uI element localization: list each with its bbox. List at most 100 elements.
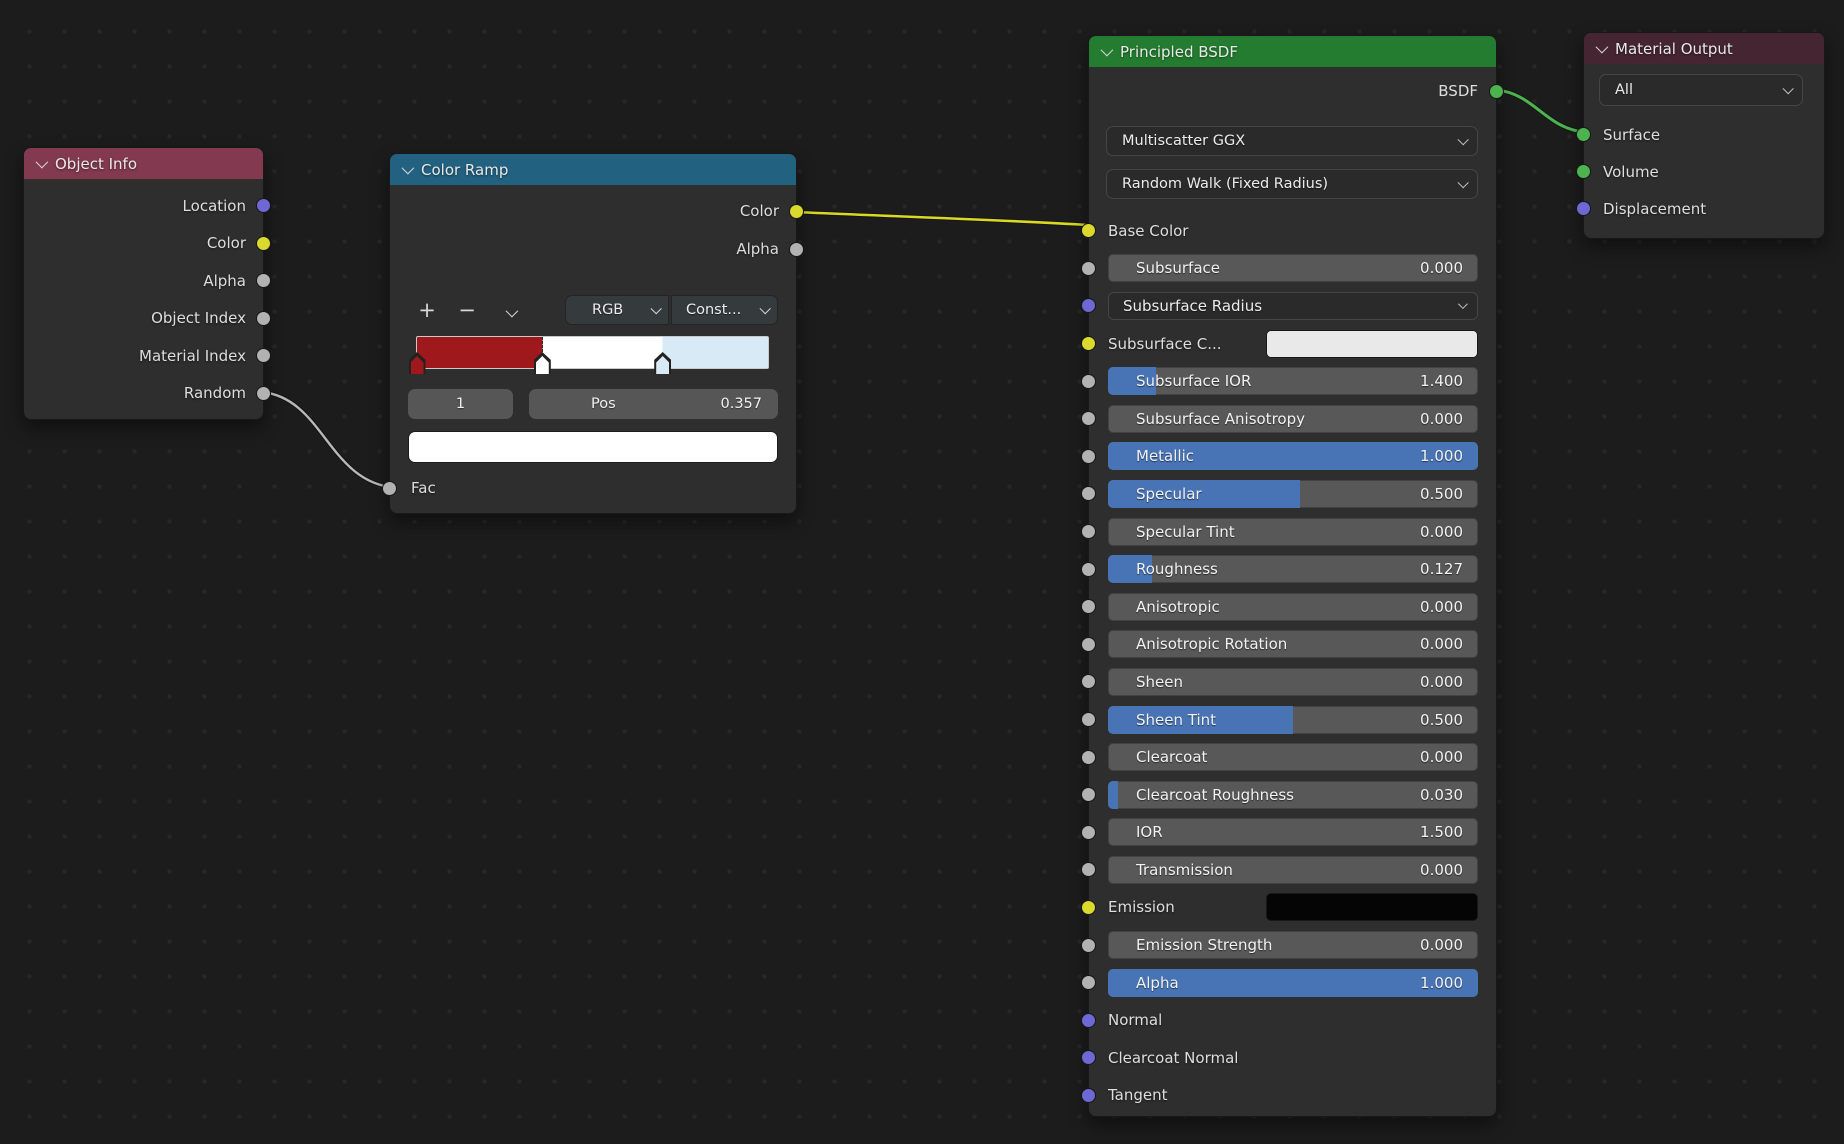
ramp-extras-dropdown[interactable] <box>487 295 533 325</box>
subsurface-anisotropy-slider[interactable]: Subsurface Anisotropy0.000 <box>1108 405 1478 433</box>
bsdf-socket[interactable] <box>1489 84 1504 99</box>
alpha-socket[interactable] <box>1081 975 1096 990</box>
roughness-slider[interactable]: Roughness0.127 <box>1108 555 1478 583</box>
node-color-ramp[interactable]: Color Ramp ColorAlpha + − RGB Const... 1… <box>389 153 797 514</box>
distribution-dropdown[interactable]: Multiscatter GGX <box>1106 126 1478 156</box>
input-label: Tangent <box>1108 1086 1168 1104</box>
emission-strength-slider[interactable]: Emission Strength0.000 <box>1108 931 1478 959</box>
normal-socket[interactable] <box>1081 1013 1096 1028</box>
link-bsdf-to-surface[interactable] <box>1496 90 1584 132</box>
collapse-chevron-icon[interactable] <box>36 156 49 169</box>
subsurface-socket[interactable] <box>1081 261 1096 276</box>
subsurface-ior-slider[interactable]: Subsurface IOR1.400 <box>1108 367 1478 395</box>
anisotropic-rotation-slider[interactable]: Anisotropic Rotation0.000 <box>1108 630 1478 658</box>
color-mode-dropdown[interactable]: RGB <box>565 295 669 325</box>
node-title: Material Output <box>1615 40 1733 58</box>
material-output-inputs: SurfaceVolumeDisplacement <box>1584 116 1824 227</box>
subsurface-c-color-swatch[interactable] <box>1266 330 1478 358</box>
subsurface-ior-socket[interactable] <box>1081 374 1096 389</box>
specular-slider[interactable]: Specular0.500 <box>1108 480 1478 508</box>
color-ramp-inputs: Fac <box>390 471 796 505</box>
subsurface-c-socket[interactable] <box>1081 336 1096 351</box>
alpha-slider[interactable]: Alpha1.000 <box>1108 969 1478 997</box>
metallic-slider[interactable]: Metallic1.000 <box>1108 442 1478 470</box>
base-color-socket[interactable] <box>1081 223 1096 238</box>
displacement-socket[interactable] <box>1576 201 1591 216</box>
remove-stop-button[interactable]: − <box>447 295 487 325</box>
alpha-socket[interactable] <box>789 242 804 257</box>
link-color-to-basecolor[interactable] <box>795 212 1089 225</box>
anisotropic-slider[interactable]: Anisotropic0.000 <box>1108 593 1478 621</box>
emission-color-swatch[interactable] <box>1266 893 1478 921</box>
ramp-stop-handle-0[interactable] <box>409 352 426 374</box>
transmission-socket[interactable] <box>1081 862 1096 877</box>
slider-value: 0.500 <box>1420 485 1478 503</box>
output-label: Alpha <box>736 240 779 258</box>
stop-position-field[interactable]: Pos 0.357 <box>529 389 778 419</box>
chevron-down-icon <box>1457 134 1468 145</box>
node-header-object-info[interactable]: Object Info <box>24 148 263 179</box>
specular-tint-socket[interactable] <box>1081 524 1096 539</box>
specular-socket[interactable] <box>1081 486 1096 501</box>
subsurface-slider[interactable]: Subsurface0.000 <box>1108 254 1478 282</box>
input-row-subsurface-anisotropy: Subsurface Anisotropy0.000 <box>1089 400 1496 438</box>
clearcoat-socket[interactable] <box>1081 750 1096 765</box>
node-title: Color Ramp <box>421 161 508 179</box>
node-header-principled-bsdf[interactable]: Principled BSDF <box>1089 36 1496 67</box>
interpolation-dropdown[interactable]: Const... <box>671 295 778 325</box>
input-row-sheen-tint: Sheen Tint0.500 <box>1089 701 1496 739</box>
volume-socket[interactable] <box>1576 164 1591 179</box>
node-principled-bsdf[interactable]: Principled BSDF BSDF Multiscatter GGX Ra… <box>1088 35 1497 1117</box>
subsurface-radius-dropdown[interactable]: Subsurface Radius <box>1108 292 1478 320</box>
ramp-stop-handle-1[interactable] <box>534 352 551 374</box>
add-stop-button[interactable]: + <box>407 295 447 325</box>
node-object-info[interactable]: Object Info LocationColorAlphaObject Ind… <box>23 147 264 420</box>
location-socket[interactable] <box>256 198 271 213</box>
color-socket[interactable] <box>789 204 804 219</box>
ior-slider[interactable]: IOR1.500 <box>1108 818 1478 846</box>
clearcoat-normal-socket[interactable] <box>1081 1050 1096 1065</box>
anisotropic-socket[interactable] <box>1081 599 1096 614</box>
material-index-socket[interactable] <box>256 348 271 363</box>
collapse-chevron-icon[interactable] <box>1101 44 1114 57</box>
node-header-material-output[interactable]: Material Output <box>1584 33 1824 64</box>
transmission-slider[interactable]: Transmission0.000 <box>1108 856 1478 884</box>
sheen-slider[interactable]: Sheen0.000 <box>1108 668 1478 696</box>
sheen-socket[interactable] <box>1081 674 1096 689</box>
subsurface-radius-socket[interactable] <box>1081 298 1096 313</box>
active-stop-index-field[interactable]: 1 <box>408 389 513 419</box>
ramp-stop-handle-2[interactable] <box>654 352 671 374</box>
input-label: Subsurface C... <box>1108 335 1222 353</box>
subsurface-anisotropy-socket[interactable] <box>1081 411 1096 426</box>
fac-socket[interactable] <box>382 481 397 496</box>
collapse-chevron-icon[interactable] <box>402 162 415 175</box>
emission-strength-socket[interactable] <box>1081 938 1096 953</box>
output-target-dropdown[interactable]: All <box>1599 74 1803 106</box>
color-socket[interactable] <box>256 236 271 251</box>
anisotropic-rotation-socket[interactable] <box>1081 637 1096 652</box>
input-label: Emission <box>1108 898 1175 916</box>
clearcoat-roughness-slider[interactable]: Clearcoat Roughness0.030 <box>1108 781 1478 809</box>
metallic-socket[interactable] <box>1081 449 1096 464</box>
clearcoat-slider[interactable]: Clearcoat0.000 <box>1108 743 1478 771</box>
random-socket[interactable] <box>256 386 271 401</box>
stop-color-swatch[interactable] <box>408 431 778 463</box>
node-header-color-ramp[interactable]: Color Ramp <box>390 154 796 185</box>
slider-label: Anisotropic <box>1108 598 1220 616</box>
tangent-socket[interactable] <box>1081 1088 1096 1103</box>
link-random-to-fac[interactable] <box>262 392 390 487</box>
sheen-tint-socket[interactable] <box>1081 712 1096 727</box>
object-index-socket[interactable] <box>256 311 271 326</box>
color-ramp-gradient[interactable] <box>416 336 769 369</box>
collapse-chevron-icon[interactable] <box>1596 41 1609 54</box>
ior-socket[interactable] <box>1081 825 1096 840</box>
subsurface-method-dropdown[interactable]: Random Walk (Fixed Radius) <box>1106 169 1478 199</box>
node-material-output[interactable]: Material Output All SurfaceVolumeDisplac… <box>1583 32 1825 239</box>
clearcoat-roughness-socket[interactable] <box>1081 787 1096 802</box>
alpha-socket[interactable] <box>256 273 271 288</box>
emission-socket[interactable] <box>1081 900 1096 915</box>
sheen-tint-slider[interactable]: Sheen Tint0.500 <box>1108 706 1478 734</box>
specular-tint-slider[interactable]: Specular Tint0.000 <box>1108 518 1478 546</box>
surface-socket[interactable] <box>1576 127 1591 142</box>
roughness-socket[interactable] <box>1081 562 1096 577</box>
